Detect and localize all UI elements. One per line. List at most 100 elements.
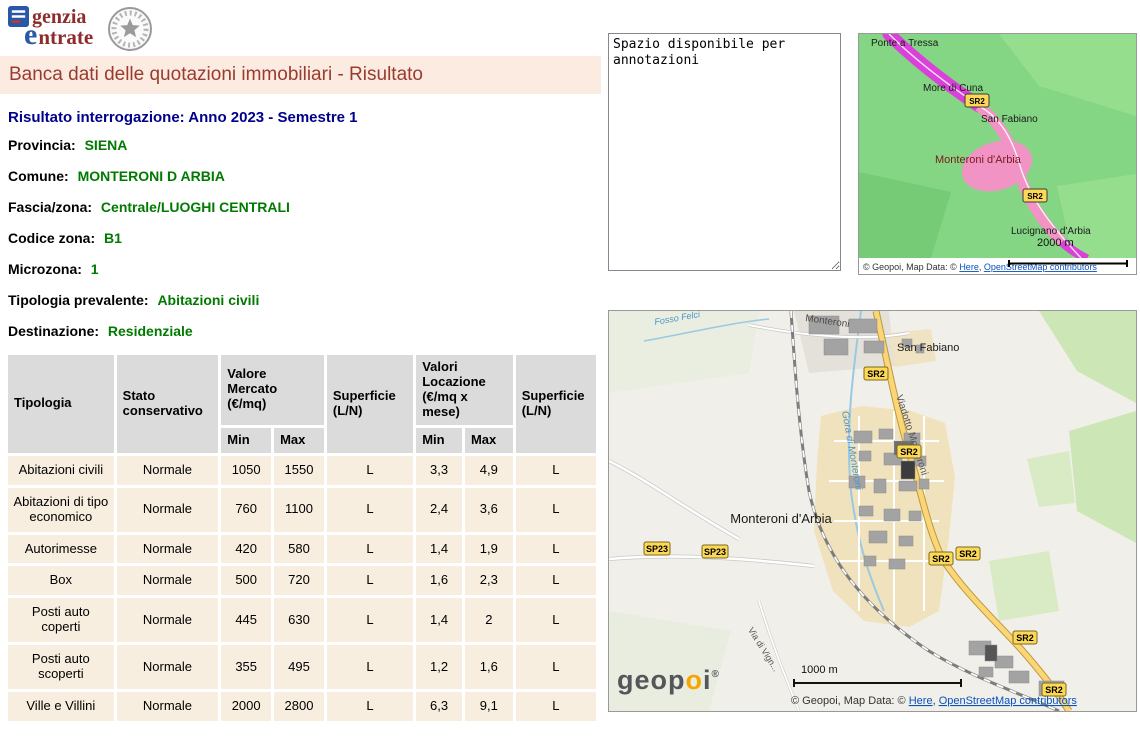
cell-stato: Normale [117,456,219,485]
table-header-row: Tipologia Stato conservativo Valore Merc… [8,355,596,425]
col-header-vl-min: Min [416,428,462,453]
field-value: B1 [104,230,122,246]
map-label-monteroni-darbia: Monteroni d'Arbia [935,154,1022,166]
field-label: Comune: [8,168,69,184]
cell-vm-max: 630 [274,598,324,642]
result-fields: Provincia: SIENA Comune: MONTERONI D ARB… [0,130,601,347]
cell-vm-max: 720 [274,566,324,595]
logo-text-line1: genzia [32,7,86,27]
map-label-san-fabiano: San Fabiano [897,342,959,354]
cell-superficie-2: L [516,645,596,689]
cell-vm-min: 760 [221,488,271,532]
svg-text:SR2: SR2 [867,369,885,379]
field-microzona: Microzona: 1 [8,254,601,285]
here-link[interactable]: Here [909,695,933,707]
cell-vl-max: 2,3 [465,566,513,595]
cell-tipologia: Abitazioni di tipo economico [8,488,114,532]
cell-superficie-2: L [516,535,596,564]
cell-vl-max: 9,1 [465,692,513,721]
svg-text:SR2: SR2 [1016,633,1034,643]
cell-tipologia: Ville e Villini [8,692,114,721]
overview-map: Ponte a Tressa More di Cuna San Fabiano … [858,33,1137,275]
svg-text:SR2: SR2 [932,554,950,564]
annotations-textarea[interactable]: Spazio disponibile per annotazioni [608,33,841,271]
page-title: Banca dati delle quotazioni immobiliari … [0,56,601,94]
field-codice-zona: Codice zona: B1 [8,223,601,254]
cell-vl-max: 1,9 [465,535,513,564]
cell-tipologia: Posti auto coperti [8,598,114,642]
quotations-table: Tipologia Stato conservativo Valore Merc… [5,352,599,724]
field-fascia-zona: Fascia/zona: Centrale/LUOGHI CENTRALI [8,192,601,223]
result-heading: Risultato interrogazione: Anno 2023 - Se… [8,109,601,126]
cell-vl-min: 1,4 [416,598,462,642]
cell-vl-min: 1,2 [416,645,462,689]
field-value: Centrale/LUOGHI CENTRALI [101,199,290,215]
cell-stato: Normale [117,692,219,721]
svg-text:SR2: SR2 [959,549,977,559]
geopoi-logo: geopoi® [617,665,720,695]
cell-superficie-1: L [327,598,413,642]
cell-vm-max: 1550 [274,456,324,485]
here-link[interactable]: Here [959,262,979,272]
cell-vl-min: 1,4 [416,535,462,564]
cell-vm-min: 420 [221,535,271,564]
field-label: Fascia/zona: [8,199,92,215]
page: genzia e ntrate Banca dati delle quotazi… [0,0,1140,749]
osm-link[interactable]: OpenStreetMap contributors [939,695,1078,707]
field-value: Abitazioni civili [157,292,259,308]
cell-superficie-2: L [516,692,596,721]
cell-superficie-1: L [327,692,413,721]
route-badge-sr2: SR2 [956,547,980,560]
cell-stato: Normale [117,645,219,689]
field-comune: Comune: MONTERONI D ARBIA [8,161,601,192]
cell-vm-min: 445 [221,598,271,642]
route-badge-sr2: SR2 [1013,631,1037,644]
field-value: Residenziale [108,323,193,339]
table-row: Box Normale 500 720 L 1,6 2,3 L [8,566,596,595]
cell-tipologia: Box [8,566,114,595]
cell-vm-max: 1100 [274,488,324,532]
cell-superficie-2: L [516,456,596,485]
left-panel: genzia e ntrate Banca dati delle quotazi… [0,0,601,724]
svg-text:SP23: SP23 [704,547,726,557]
logo-e-glyph: e [24,23,37,47]
cell-stato: Normale [117,598,219,642]
cell-superficie-2: L [516,598,596,642]
cell-superficie-1: L [327,456,413,485]
logo-wordmark: genzia e ntrate [8,6,93,48]
detail-map-canvas: Fosso Felci Monteroni San Fabiano Viadot… [609,311,1136,711]
cell-vl-max: 3,6 [465,488,513,532]
detail-map: Fosso Felci Monteroni San Fabiano Viadot… [608,310,1137,712]
cell-superficie-1: L [327,566,413,595]
map-label-lucignano-darbia: Lucignano d'Arbia [1011,226,1091,237]
col-header-valori-locazione: Valori Locazione (€/mq x mese) [416,355,512,425]
cell-vl-max: 2 [465,598,513,642]
route-badge-sr2: SR2 [965,94,989,107]
field-value: MONTERONI D ARBIA [78,168,225,184]
cell-vl-max: 1,6 [465,645,513,689]
cell-stato: Normale [117,535,219,564]
cell-vm-min: 1050 [221,456,271,485]
overview-map-canvas: Ponte a Tressa More di Cuna San Fabiano … [859,34,1136,274]
route-badge-sr2: SR2 [864,367,888,380]
logo-text-line2: ntrate [38,26,93,48]
table-row: Abitazioni di tipo economico Normale 760… [8,488,596,532]
col-header-superficie-2: Superficie (L/N) [516,355,596,453]
cell-vl-min: 3,3 [416,456,462,485]
cell-superficie-1: L [327,535,413,564]
map-label-san-fabiano: San Fabiano [981,114,1038,125]
cell-superficie-1: L [327,488,413,532]
cell-stato: Normale [117,488,219,532]
map-label-more-di-cuna: More di Cuna [923,83,983,94]
svg-text:SP23: SP23 [646,544,668,554]
field-label: Destinazione: [8,323,99,339]
table-row: Autorimesse Normale 420 580 L 1,4 1,9 L [8,535,596,564]
route-badge-sr2: SR2 [929,552,953,565]
col-header-stato: Stato conservativo [117,355,219,453]
route-badge-sr2: SR2 [1023,189,1047,202]
route-badge-sp23: SP23 [702,545,728,558]
cell-vm-max: 495 [274,645,324,689]
svg-text:SR2: SR2 [969,97,985,106]
cell-superficie-1: L [327,645,413,689]
field-label: Provincia: [8,137,76,153]
